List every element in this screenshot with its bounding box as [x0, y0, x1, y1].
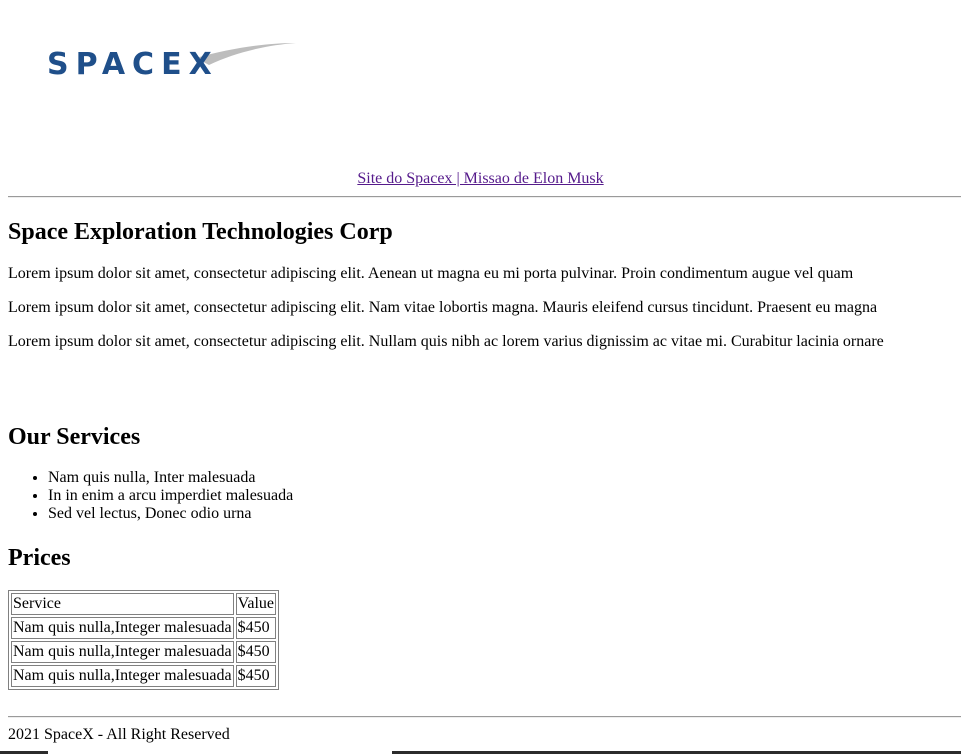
list-item: Nam quis nulla, Inter malesuada — [48, 469, 293, 487]
services-title: Our Services — [8, 424, 141, 450]
prices-title: Prices — [8, 545, 71, 571]
spacex-logo: SPACEX — [46, 40, 298, 82]
table-cell-value: $450 — [235, 617, 277, 639]
company-title: Space Exploration Technologies Corp — [8, 219, 393, 245]
table-cell-service: Nam quis nulla,Integer malesuada — [11, 641, 234, 663]
table-row: Nam quis nulla,Integer malesuada $450 — [11, 617, 277, 639]
column-header-service: Service — [11, 593, 234, 615]
header-divider — [8, 196, 961, 198]
table-header-row: Service Value — [11, 593, 277, 615]
list-item: In in enim a arcu imperdiet malesuada — [48, 487, 293, 505]
footer-divider — [8, 716, 961, 718]
nav-link[interactable]: Site do Spacex | Missao de Elon Musk — [357, 170, 603, 187]
table-row: Nam quis nulla,Integer malesuada $450 — [11, 665, 277, 687]
prices-table: Service Value Nam quis nulla,Integer mal… — [8, 590, 280, 690]
header-nav: Site do Spacex | Missao de Elon Musk — [0, 170, 961, 188]
about-paragraph: Lorem ipsum dolor sit amet, consectetur … — [8, 265, 854, 282]
logo-wordmark: SPACEX — [47, 47, 219, 82]
footer-copyright: 2021 SpaceX - All Right Reserved — [8, 726, 230, 743]
about-paragraph: Lorem ipsum dolor sit amet, consectetur … — [8, 333, 884, 350]
table-cell-value: $450 — [235, 665, 277, 687]
table-cell-service: Nam quis nulla,Integer malesuada — [11, 617, 234, 639]
about-paragraph: Lorem ipsum dolor sit amet, consectetur … — [8, 299, 878, 316]
table-row: Nam quis nulla,Integer malesuada $450 — [11, 641, 277, 663]
table-cell-service: Nam quis nulla,Integer malesuada — [11, 665, 234, 687]
spacex-logo-graphic: SPACEX — [47, 43, 296, 82]
table-cell-value: $450 — [235, 641, 277, 663]
column-header-value: Value — [235, 593, 277, 615]
list-item: Sed vel lectus, Donec odio urna — [48, 505, 293, 523]
page: SPACEX Site do Spacex | Missao de Elon M… — [0, 0, 961, 754]
services-list: Nam quis nulla, Inter malesuada In in en… — [8, 469, 293, 523]
